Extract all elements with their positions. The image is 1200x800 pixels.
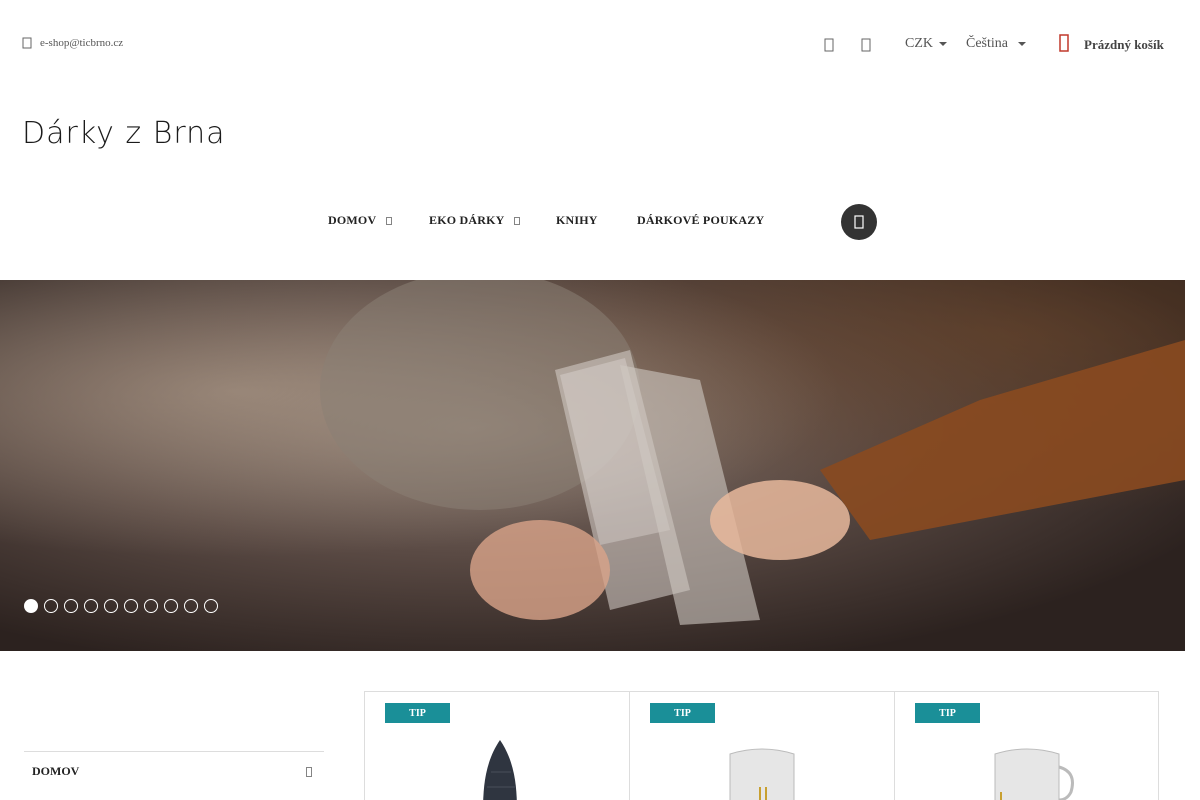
product-grid: TIP TIP TIP xyxy=(364,691,1159,800)
slider-dot[interactable] xyxy=(124,599,138,613)
product-image xyxy=(994,748,1074,800)
chevron-down-icon xyxy=(1018,42,1026,46)
user-icon[interactable] xyxy=(822,37,836,53)
product-card[interactable]: TIP xyxy=(629,691,894,800)
currency-select[interactable]: CZK xyxy=(905,36,947,52)
envelope-icon xyxy=(22,37,32,49)
cart-button[interactable]: Prázdný košík xyxy=(1058,32,1164,54)
search-button[interactable] xyxy=(841,204,877,240)
slider-dot[interactable] xyxy=(44,599,58,613)
nav-label: DOMOV xyxy=(328,213,377,227)
slider-dot[interactable] xyxy=(84,599,98,613)
slider-dot[interactable] xyxy=(144,599,158,613)
product-image xyxy=(483,740,517,800)
hero-illustration xyxy=(320,280,1185,625)
chevron-down-icon xyxy=(939,42,947,46)
nav-label: KNIHY xyxy=(556,213,598,227)
language-value: Čeština xyxy=(966,36,1008,51)
slider-dot[interactable] xyxy=(24,599,38,613)
language-select[interactable]: Čeština xyxy=(966,36,1026,52)
slider-pagination xyxy=(24,599,224,613)
slider-dot[interactable] xyxy=(184,599,198,613)
nav-item-darkove-poukazy[interactable]: DÁRKOVÉ POUKAZY xyxy=(637,213,764,228)
contact-email[interactable]: e-shop@ticbrno.cz xyxy=(22,37,123,49)
nav-item-domov[interactable]: DOMOV xyxy=(328,213,393,228)
slider-dot[interactable] xyxy=(204,599,218,613)
chevron-down-icon xyxy=(386,216,393,225)
nav-item-eko-darky[interactable]: EKO DÁRKY xyxy=(429,213,521,228)
nav-label: DÁRKOVÉ POUKAZY xyxy=(637,213,765,227)
product-card[interactable]: TIP xyxy=(894,691,1159,800)
nav-label: EKO DÁRKY xyxy=(429,213,505,227)
product-image xyxy=(729,748,795,800)
sidebar-title: DOMOV xyxy=(32,764,80,778)
chevron-right-icon xyxy=(306,766,312,777)
sidebar-category-domov[interactable]: DOMOV xyxy=(24,751,324,791)
cart-label: Prázdný košík xyxy=(1084,37,1164,52)
product-card[interactable]: TIP xyxy=(364,691,629,800)
slider-dot[interactable] xyxy=(104,599,118,613)
heart-icon[interactable] xyxy=(859,37,873,53)
search-icon xyxy=(854,215,864,229)
email-text: e-shop@ticbrno.cz xyxy=(40,37,124,49)
site-logo[interactable]: Dárky z Brna xyxy=(22,116,226,151)
slider-dot[interactable] xyxy=(64,599,78,613)
main-nav: DOMOV EKO DÁRKY KNIHY DÁRKOVÉ POUKAZY xyxy=(0,213,1200,233)
slider-dot[interactable] xyxy=(164,599,178,613)
currency-value: CZK xyxy=(905,36,933,51)
cart-icon xyxy=(1059,34,1069,52)
nav-item-knihy[interactable]: KNIHY xyxy=(556,213,598,228)
hero-slider[interactable] xyxy=(0,280,1185,651)
top-bar: e-shop@ticbrno.cz CZK Čeština Prázdný ko… xyxy=(0,0,1200,90)
chevron-down-icon xyxy=(514,216,521,225)
